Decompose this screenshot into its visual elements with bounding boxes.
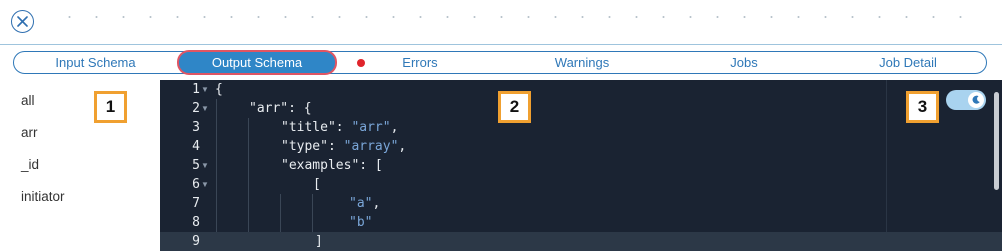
- json-string-value: "a": [349, 196, 373, 211]
- code-line: 8 "b": [160, 213, 1002, 232]
- code-text: "arr": {: [249, 101, 312, 116]
- top-bar: [0, 0, 1002, 45]
- punctuation: ,: [372, 196, 381, 211]
- code-text: [: [313, 177, 321, 192]
- field-item[interactable]: arr: [21, 125, 38, 140]
- code-text: ]: [315, 234, 323, 249]
- close-icon: [17, 16, 28, 27]
- field-item[interactable]: _id: [21, 157, 39, 172]
- code-text: "examples": [: [281, 158, 383, 173]
- tab-jobs[interactable]: Jobs: [694, 52, 794, 73]
- json-string-value: "b": [349, 215, 373, 230]
- code-line: 1 ▼ {: [160, 80, 1002, 99]
- code-line: 2 ▼ "arr": {: [160, 99, 1002, 118]
- code-line: 7 "a",: [160, 194, 1002, 213]
- tab-errors[interactable]: Errors: [354, 52, 486, 73]
- code-line: 3 "title": "arr",: [160, 118, 1002, 137]
- fold-arrow-icon[interactable]: ▼: [201, 99, 209, 118]
- tab-bar: Input Schema Output Schema Errors Warnin…: [13, 50, 987, 75]
- json-string-value: "array": [343, 139, 399, 154]
- schema-field-list: all arr _id initiator: [0, 80, 160, 251]
- json-string-value: "arr": [351, 120, 391, 135]
- toggle-knob: [968, 92, 984, 108]
- json-key: "type":: [281, 139, 344, 154]
- dark-mode-moon-icon: [972, 95, 980, 104]
- tab-output-schema[interactable]: Output Schema: [177, 50, 337, 75]
- line-number: 4: [192, 139, 200, 154]
- fold-arrow-icon[interactable]: ▼: [201, 156, 209, 175]
- code-line: 5 ▼ "examples": [: [160, 156, 1002, 175]
- field-item[interactable]: initiator: [21, 189, 65, 204]
- editor-scrollbar[interactable]: [994, 92, 999, 190]
- theme-toggle[interactable]: [946, 90, 986, 110]
- close-button[interactable]: [11, 10, 34, 33]
- tab-input-schema[interactable]: Input Schema: [14, 52, 177, 73]
- tab-job-detail[interactable]: Job Detail: [854, 52, 962, 73]
- line-number: 6: [192, 177, 200, 192]
- code-line-current: 9 ]: [160, 232, 1002, 251]
- code-line: 4 "type": "array",: [160, 137, 1002, 156]
- json-editor[interactable]: 1 ▼ { 2 ▼ "arr": { 3 "title": "arr", 4 "…: [160, 80, 1002, 251]
- punctuation: ,: [390, 120, 399, 135]
- line-number: 1: [192, 82, 200, 97]
- dotted-divider: [56, 16, 986, 18]
- code-text: {: [215, 82, 223, 97]
- fold-arrow-icon[interactable]: ▼: [201, 80, 209, 99]
- json-key: "title":: [281, 120, 352, 135]
- callout-marker: 3: [906, 91, 939, 123]
- line-number: 7: [192, 196, 200, 211]
- line-number: 8: [192, 215, 200, 230]
- callout-marker: 1: [94, 91, 127, 123]
- code-line: 6 ▼ [: [160, 175, 1002, 194]
- line-number: 3: [192, 120, 200, 135]
- line-number: 2: [192, 101, 200, 116]
- fold-arrow-icon[interactable]: ▼: [201, 175, 209, 194]
- line-number: 5: [192, 158, 200, 173]
- callout-marker: 2: [498, 91, 531, 123]
- tab-warnings[interactable]: Warnings: [514, 52, 650, 73]
- punctuation: ,: [398, 139, 407, 154]
- field-item[interactable]: all: [21, 93, 35, 108]
- line-number: 9: [192, 234, 200, 249]
